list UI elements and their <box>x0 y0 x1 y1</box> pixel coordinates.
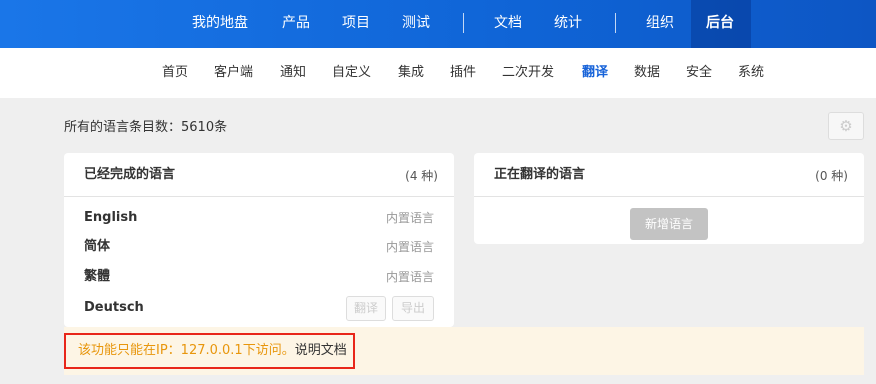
settings-button[interactable]: ⚙ <box>828 112 864 140</box>
sub-nav-item-data[interactable]: 数据 <box>634 48 660 98</box>
export-button[interactable]: 导出 <box>392 296 434 321</box>
completed-languages-panel: 已经完成的语言 (4 种) English 内置语言 简体 内置语言 繁體 内置… <box>64 153 454 327</box>
sub-nav-item-security[interactable]: 安全 <box>686 48 712 98</box>
top-nav-item-project[interactable]: 项目 <box>342 0 370 48</box>
translating-languages-panel: 正在翻译的语言 (0 种) 新增语言 <box>474 153 864 244</box>
top-nav-divider <box>463 13 464 33</box>
notice-text: 该功能只能在IP：127.0.0.1下访问。 <box>78 343 295 358</box>
language-row: 简体 内置语言 <box>64 232 454 262</box>
sub-nav-item-home[interactable]: 首页 <box>162 48 188 98</box>
panel-header: 已经完成的语言 (4 种) <box>64 153 454 197</box>
panel-count: (0 种) <box>815 169 848 183</box>
top-nav-item-admin[interactable]: 后台 <box>706 0 734 48</box>
translate-button[interactable]: 翻译 <box>346 296 386 321</box>
top-nav-item-doc[interactable]: 文档 <box>494 0 522 48</box>
access-notice: 该功能只能在IP：127.0.0.1下访问。说明文档 <box>64 327 864 375</box>
sub-nav-item-dev[interactable]: 二次开发 <box>502 48 554 98</box>
language-count-summary: 所有的语言条目数：5610条 <box>64 120 228 135</box>
language-name: Deutsch <box>84 300 144 315</box>
sub-nav-item-client[interactable]: 客户端 <box>214 48 253 98</box>
panel-header: 正在翻译的语言 (0 种) <box>474 153 864 197</box>
sub-nav-item-system[interactable]: 系统 <box>738 48 764 98</box>
sub-nav-item-integration[interactable]: 集成 <box>398 48 424 98</box>
top-nav: 我的地盘 产品 项目 测试 文档 统计 组织 后台 <box>0 0 876 48</box>
language-row: 繁體 内置语言 <box>64 262 454 292</box>
top-nav-item-my[interactable]: 我的地盘 <box>192 0 248 48</box>
gear-icon: ⚙ <box>839 117 853 135</box>
top-nav-item-test[interactable]: 测试 <box>402 0 430 48</box>
builtin-tag: 内置语言 <box>385 240 434 254</box>
panel-count: (4 种) <box>405 169 438 183</box>
sub-nav-item-plugin[interactable]: 插件 <box>450 48 476 98</box>
language-name: 繁體 <box>84 269 111 284</box>
sub-nav: 首页 客户端 通知 自定义 集成 插件 二次开发 翻译 数据 安全 系统 <box>0 48 876 98</box>
language-name: English <box>84 210 138 225</box>
sub-nav-item-notify[interactable]: 通知 <box>280 48 306 98</box>
panel-title: 正在翻译的语言 <box>494 167 586 182</box>
notice-message: 该功能只能在IP：127.0.0.1下访问。说明文档 <box>78 333 347 369</box>
top-nav-item-org[interactable]: 组织 <box>646 0 674 48</box>
doc-link[interactable]: 说明文档 <box>295 343 347 358</box>
top-nav-item-product[interactable]: 产品 <box>282 0 310 48</box>
panel-title: 已经完成的语言 <box>84 167 176 182</box>
sub-nav-item-translate[interactable]: 翻译 <box>582 48 608 98</box>
sub-nav-item-custom[interactable]: 自定义 <box>332 48 371 98</box>
top-nav-item-stats[interactable]: 统计 <box>554 0 582 48</box>
language-row: English 内置语言 <box>64 203 454 233</box>
language-row: Deutsch 翻译 导出 <box>64 293 454 323</box>
builtin-tag: 内置语言 <box>385 270 434 284</box>
language-name: 简体 <box>84 239 111 254</box>
top-nav-divider <box>615 13 616 33</box>
builtin-tag: 内置语言 <box>385 211 434 225</box>
add-language-button[interactable]: 新增语言 <box>630 208 708 240</box>
